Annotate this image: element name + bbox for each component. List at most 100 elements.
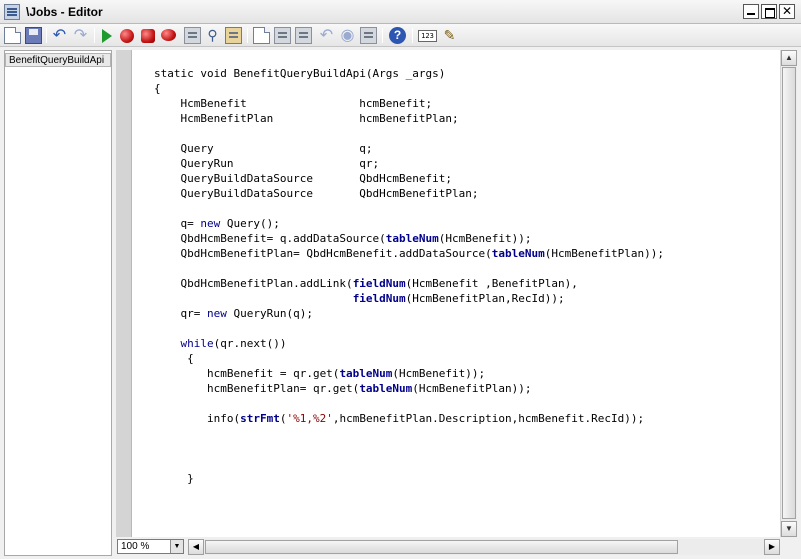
code-line: QbdHcmBenefit= q.addDataSource(tableNum(…	[154, 231, 664, 246]
code-token: (qr.next())	[213, 337, 287, 350]
method-list: BenefitQueryBuildApi	[4, 50, 112, 556]
code-token: HcmBenefitPlan hcmBenefitPlan;	[154, 112, 459, 125]
code-line: info(strFmt('%1,%2',hcmBenefitPlan.Descr…	[154, 411, 664, 426]
scroll-left-icon[interactable]: ◀	[188, 539, 204, 555]
title-bar: \Jobs - Editor ✕	[0, 0, 801, 24]
list-classes-icon[interactable]	[274, 27, 291, 44]
code-line: QueryBuildDataSource QbdHcmBenefitPlan;	[154, 186, 664, 201]
builtin-function: tableNum	[385, 232, 439, 245]
minimize-button[interactable]	[743, 4, 759, 19]
help-icon[interactable]: ?	[389, 27, 406, 44]
code-token: {	[154, 352, 194, 365]
toolbar-divider	[412, 28, 413, 43]
toolbar-divider	[94, 28, 95, 43]
keyword: new	[200, 217, 221, 230]
code-token: (HcmBenefit));	[438, 232, 532, 245]
code-line: HcmBenefitPlan hcmBenefitPlan;	[154, 111, 664, 126]
code-line: Query q;	[154, 141, 664, 156]
code-token: info(	[154, 412, 241, 425]
method-list-item[interactable]: BenefitQueryBuildApi	[5, 53, 111, 67]
save-icon[interactable]	[25, 27, 42, 44]
line-number-icon[interactable]: 123	[418, 30, 437, 42]
editor-gutter	[116, 50, 132, 537]
script-icon[interactable]	[225, 27, 242, 44]
zoom-value: 100 %	[121, 541, 150, 552]
toolbar-divider	[382, 28, 383, 43]
toolbar-divider	[46, 28, 47, 43]
code-token: (HcmBenefitPlan));	[412, 382, 532, 395]
vertical-scrollbar[interactable]: ▲ ▼	[780, 50, 797, 537]
remove-breakpoints-icon[interactable]	[141, 29, 155, 43]
code-line: QbdHcmBenefitPlan.addLink(fieldNum(HcmBe…	[154, 276, 664, 291]
code-token: (HcmBenefit));	[392, 367, 486, 380]
horizontal-scrollbar[interactable]: ◀ ▶	[188, 539, 780, 555]
code-token: qr=	[154, 307, 207, 320]
code-token: hcmBenefitPlan= qr.get(	[154, 382, 360, 395]
code-line: q= new Query();	[154, 216, 664, 231]
close-button[interactable]: ✕	[779, 4, 795, 19]
redo-icon[interactable]: ↷	[72, 27, 89, 44]
enable-breakpoint-icon[interactable]	[161, 29, 176, 41]
chevron-down-icon[interactable]: ▼	[170, 540, 183, 553]
undo-edit-icon[interactable]: ↶	[318, 27, 335, 44]
code-token: QueryRun(q);	[226, 307, 313, 320]
code-token: (HcmBenefitPlan));	[544, 247, 664, 260]
source-code-icon[interactable]	[360, 27, 377, 44]
code-token: {	[154, 82, 161, 95]
code-token: Query q;	[154, 142, 373, 155]
horizontal-scroll-thumb[interactable]	[205, 540, 678, 554]
vertical-scroll-thumb[interactable]	[782, 67, 796, 519]
edit-icon[interactable]: ✎	[441, 27, 458, 44]
code-editor[interactable]: static void BenefitQueryBuildApi(Args _a…	[116, 50, 780, 537]
list-types-icon[interactable]	[295, 27, 312, 44]
code-token: static void BenefitQueryBuildApi(Args _a…	[154, 67, 446, 80]
code-line: QueryBuildDataSource QbdHcmBenefit;	[154, 171, 664, 186]
list-tables-icon[interactable]	[253, 27, 270, 44]
maximize-button[interactable]	[761, 4, 777, 19]
zoom-select[interactable]: 100 % ▼	[117, 539, 184, 554]
code-line: }	[154, 471, 664, 486]
code-token: (HcmBenefitPlan,RecId));	[405, 292, 565, 305]
builtin-function: tableNum	[339, 367, 393, 380]
code-token: }	[154, 472, 194, 485]
editor-status-bar: 100 % ▼ ◀ ▶	[116, 537, 780, 556]
builtin-function: tableNum	[491, 247, 545, 260]
code-token: ,hcmBenefitPlan.Description,hcmBenefit.R…	[332, 412, 645, 425]
editor-window-icon	[4, 4, 20, 20]
scroll-up-icon[interactable]: ▲	[781, 50, 797, 66]
scroll-down-icon[interactable]: ▼	[781, 521, 797, 537]
lookup-icon[interactable]: ⚲	[204, 27, 221, 44]
code-line: hcmBenefitPlan= qr.get(tableNum(HcmBenef…	[154, 381, 664, 396]
code-line: static void BenefitQueryBuildApi(Args _a…	[154, 66, 664, 81]
scroll-right-icon[interactable]: ▶	[764, 539, 780, 555]
run-icon[interactable]	[102, 29, 112, 43]
code-line: {	[154, 81, 664, 96]
builtin-function: fieldNum	[352, 292, 406, 305]
code-token: QueryBuildDataSource QbdHcmBenefit;	[154, 172, 453, 185]
new-icon[interactable]	[4, 27, 21, 44]
breakpoint-icon[interactable]	[120, 29, 134, 43]
window-title: \Jobs - Editor	[26, 5, 103, 19]
code-token: QbdHcmBenefitPlan.addLink(	[154, 277, 353, 290]
string-literal: '%1,%2'	[286, 412, 333, 425]
code-line: QueryRun qr;	[154, 156, 664, 171]
builtin-function: fieldNum	[352, 277, 406, 290]
code-text[interactable]: static void BenefitQueryBuildApi(Args _a…	[154, 66, 664, 486]
go-icon[interactable]: ◉	[339, 27, 356, 44]
code-token: Query();	[220, 217, 280, 230]
code-line: QbdHcmBenefitPlan= QbdHcmBenefit.addData…	[154, 246, 664, 261]
toolbar: ↶ ↷ ⚲ ↶ ◉ ? 123 ✎	[0, 24, 801, 47]
undo-icon[interactable]: ↶	[51, 27, 68, 44]
compile-icon[interactable]	[184, 27, 201, 44]
code-token: q=	[154, 217, 201, 230]
code-line: HcmBenefit hcmBenefit;	[154, 96, 664, 111]
